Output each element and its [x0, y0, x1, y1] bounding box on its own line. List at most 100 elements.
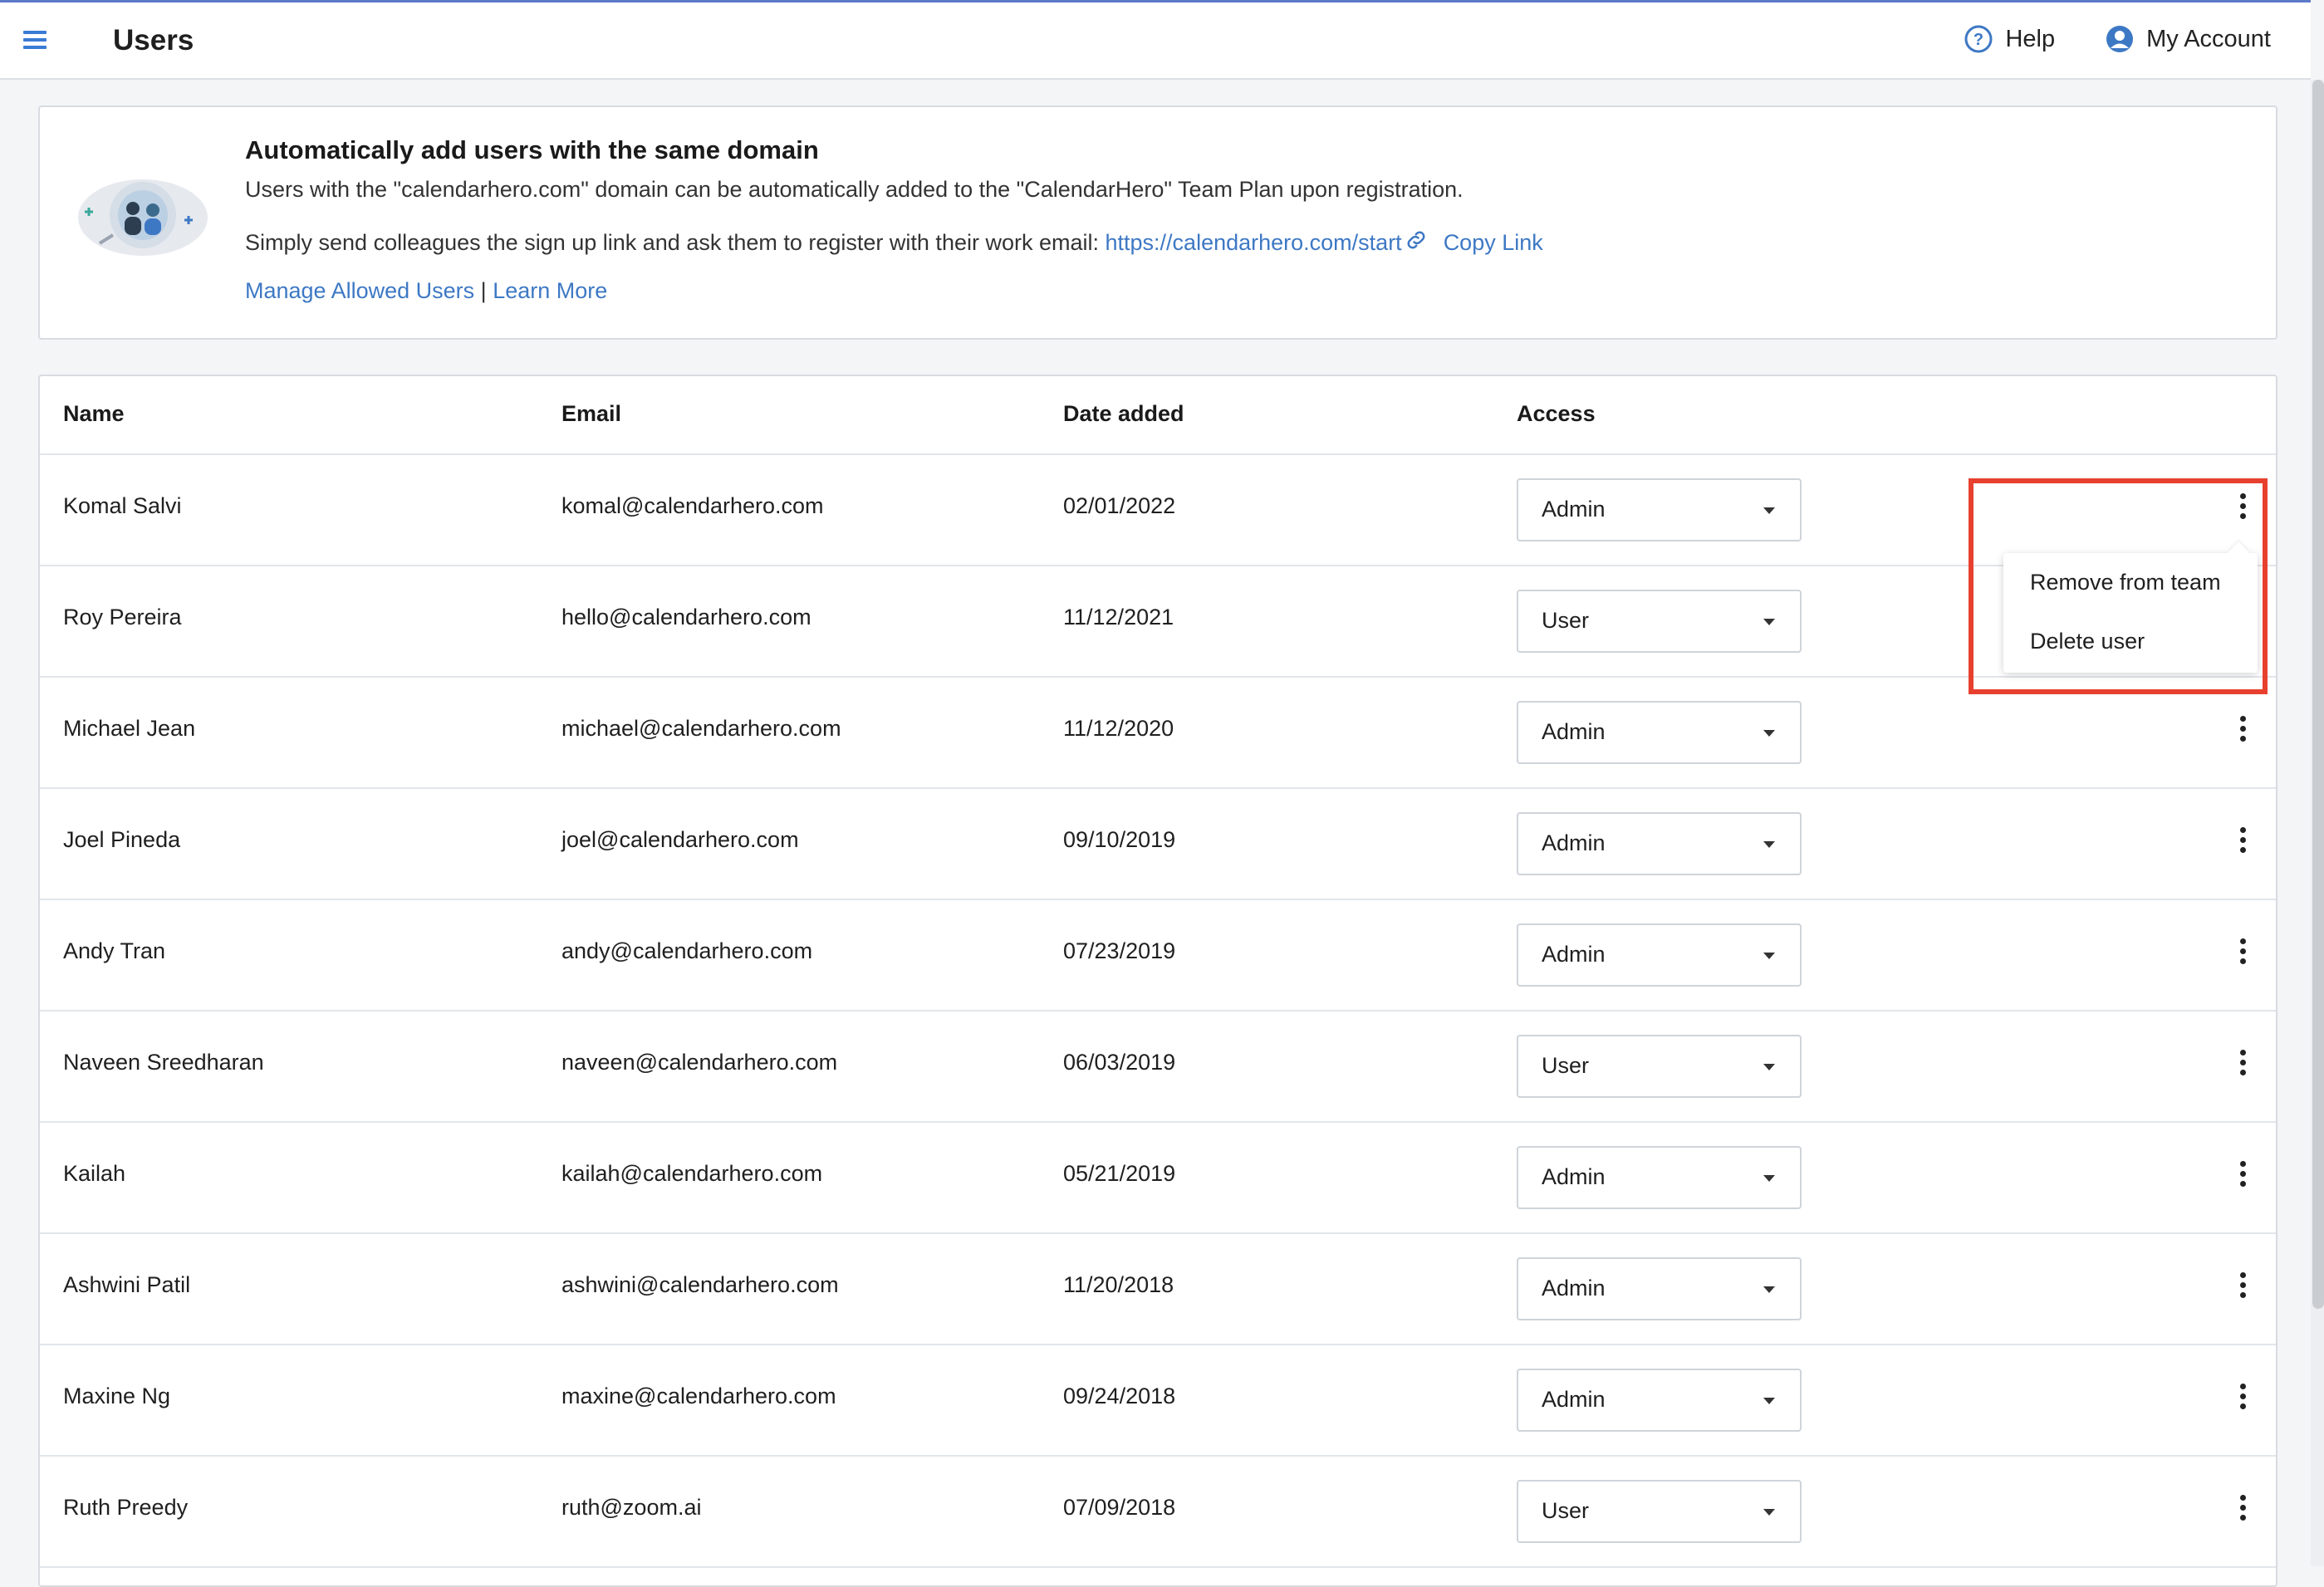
access-value: Admin: [1542, 1276, 1606, 1300]
user-name: Joel Pineda: [63, 827, 181, 852]
user-email: ruth@zoom.ai: [561, 1495, 702, 1520]
banner-signup-line: Simply send colleagues the sign up link …: [245, 228, 1543, 258]
more-vertical-icon[interactable]: [2233, 1495, 2253, 1525]
user-email: joel@calendarhero.com: [561, 827, 799, 852]
date-added: 11/12/2021: [1063, 605, 1174, 629]
remove-from-team-menu-item[interactable]: Remove from team: [2030, 570, 2221, 595]
domain-banner: Automatically add users with the same do…: [38, 105, 2277, 340]
help-link[interactable]: ? Help: [1964, 24, 2055, 54]
banner-description: Users with the "calendarhero.com" domain…: [245, 177, 1464, 202]
date-added: 09/24/2018: [1063, 1384, 1176, 1408]
access-value: Admin: [1542, 1164, 1606, 1189]
access-value: Admin: [1542, 719, 1606, 744]
user-name: Roy Pereira: [63, 605, 182, 629]
manage-allowed-users-link[interactable]: Manage Allowed Users: [245, 278, 474, 303]
copy-link-button[interactable]: Copy Link: [1444, 230, 1543, 256]
table-row: Andy Tran andy@calendarhero.com 07/23/2019…: [40, 900, 2276, 1011]
caret-down-icon: [1763, 1509, 1775, 1516]
table-row: Maxine Ng maxine@calendarhero.com 09/24/20…: [40, 1345, 2276, 1457]
link-icon: [1404, 228, 1429, 258]
users-table: Name Email Date added Access Komal Salvi…: [38, 375, 2277, 1587]
user-name: Michael Jean: [63, 716, 196, 741]
more-vertical-icon[interactable]: [2233, 1161, 2253, 1191]
caret-down-icon: [1763, 953, 1775, 959]
more-vertical-icon[interactable]: [2233, 1272, 2253, 1302]
account-icon: [2105, 24, 2135, 54]
help-icon: ?: [1964, 24, 1993, 54]
more-vertical-icon[interactable]: [2233, 1050, 2253, 1080]
user-email: ashwini@calendarhero.com: [561, 1272, 839, 1297]
svg-text:?: ?: [1973, 31, 1983, 49]
menu-icon[interactable]: [23, 31, 47, 49]
date-added: 11/20/2018: [1063, 1272, 1174, 1297]
user-email: naveen@calendarhero.com: [561, 1050, 838, 1075]
caret-down-icon: [1763, 507, 1775, 514]
caret-down-icon: [1763, 1398, 1775, 1404]
access-value: Admin: [1542, 1387, 1606, 1412]
user-email: andy@calendarhero.com: [561, 938, 813, 963]
access-select[interactable]: User: [1517, 1035, 1802, 1098]
more-vertical-icon[interactable]: [2233, 716, 2253, 746]
banner-title: Automatically add users with the same do…: [245, 135, 819, 164]
access-value: User: [1542, 608, 1590, 633]
table-row: Kailah kailah@calendarhero.com 05/21/2019 A…: [40, 1123, 2276, 1234]
user-email: hello@calendarhero.com: [561, 605, 811, 629]
date-added: 06/03/2019: [1063, 1050, 1176, 1075]
date-added: 07/23/2019: [1063, 938, 1176, 963]
access-value: Admin: [1542, 830, 1606, 855]
table-row: Michael Jean michael@calendarhero.com 11/1…: [40, 678, 2276, 789]
access-value: User: [1542, 1498, 1590, 1523]
user-email: maxine@calendarhero.com: [561, 1384, 836, 1408]
table-row: Roy Pereira hello@calendarhero.com 11/12/2…: [40, 566, 2276, 678]
access-select[interactable]: Admin: [1517, 1257, 1802, 1320]
delete-user-menu-item[interactable]: Delete user: [2030, 629, 2145, 654]
column-header-name: Name: [63, 401, 125, 426]
user-name: Maxine Ng: [63, 1384, 171, 1408]
access-select[interactable]: Admin: [1517, 1369, 1802, 1432]
learn-more-link[interactable]: Learn More: [493, 278, 607, 303]
access-select[interactable]: Admin: [1517, 478, 1802, 541]
date-added: 11/12/2020: [1063, 716, 1174, 741]
caret-down-icon: [1763, 1064, 1775, 1070]
date-added: 05/21/2019: [1063, 1161, 1176, 1186]
access-select[interactable]: Admin: [1517, 701, 1802, 764]
more-vertical-icon[interactable]: [2233, 827, 2253, 857]
caret-down-icon: [1763, 730, 1775, 737]
top-right-nav: ? Help My Account: [1964, 24, 2271, 54]
date-added: 07/09/2018: [1063, 1495, 1176, 1520]
column-header-email: Email: [561, 401, 622, 426]
banner-links: Manage Allowed Users | Learn More: [245, 278, 607, 304]
more-vertical-icon[interactable]: [2233, 493, 2253, 523]
user-name: Andy Tran: [63, 938, 166, 963]
access-select[interactable]: User: [1517, 1480, 1802, 1543]
table-header: Name Email Date added Access: [40, 376, 2276, 455]
access-select[interactable]: User: [1517, 590, 1802, 653]
table-row: Komal Salvi komal@calendarhero.com 02/01/2…: [40, 455, 2276, 566]
caret-down-icon: [1763, 1286, 1775, 1293]
account-label: My Account: [2146, 25, 2271, 52]
more-vertical-icon[interactable]: [2233, 1384, 2253, 1413]
signup-link[interactable]: https://calendarhero.com/start: [1106, 230, 1402, 256]
access-select[interactable]: Admin: [1517, 1146, 1802, 1209]
user-email: michael@calendarhero.com: [561, 716, 841, 741]
top-bar: Users ? Help My Account: [0, 0, 2311, 80]
my-account-link[interactable]: My Account: [2105, 24, 2271, 54]
column-header-date-added: Date added: [1063, 401, 1184, 426]
scrollbar[interactable]: [2312, 80, 2324, 1309]
table-row: Ashwini Patil ashwini@calendarhero.com 11/…: [40, 1234, 2276, 1345]
user-name: Ruth Preedy: [63, 1495, 189, 1520]
team-illustration-icon: [70, 172, 211, 267]
caret-down-icon: [1763, 619, 1775, 625]
user-email: komal@calendarhero.com: [561, 493, 824, 518]
user-email: kailah@calendarhero.com: [561, 1161, 823, 1186]
table-row: Naveen Sreedharan naveen@calendarhero.com…: [40, 1011, 2276, 1123]
more-vertical-icon[interactable]: [2233, 938, 2253, 968]
user-name: Komal Salvi: [63, 493, 182, 518]
signup-instructions: Simply send colleagues the sign up link …: [245, 230, 1099, 255]
user-name: Ashwini Patil: [63, 1272, 191, 1297]
access-select[interactable]: Admin: [1517, 923, 1802, 987]
help-label: Help: [2005, 25, 2056, 52]
access-value: Admin: [1542, 497, 1606, 522]
user-name: Kailah: [63, 1161, 126, 1186]
access-select[interactable]: Admin: [1517, 812, 1802, 875]
